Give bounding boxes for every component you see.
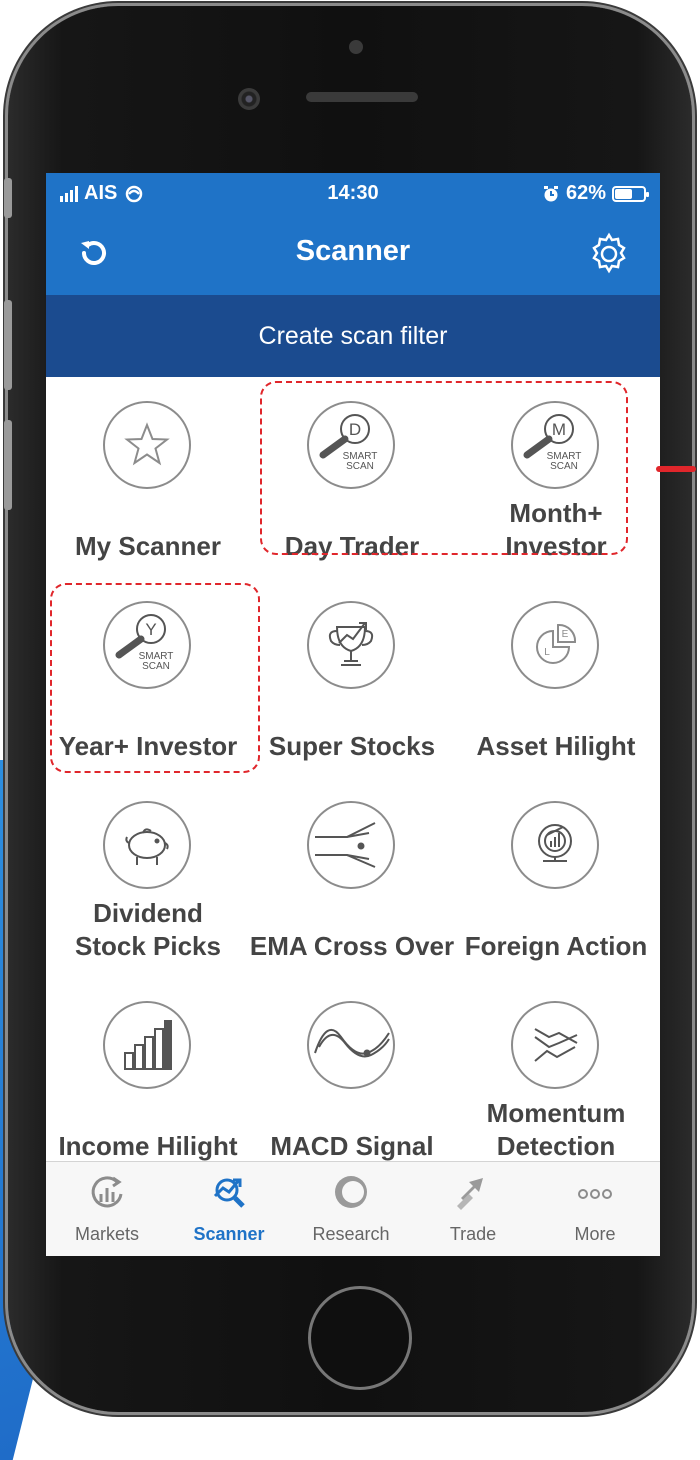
scanner-item-label: Income Hilight [58,1131,238,1161]
svg-text:L: L [544,647,550,658]
create-scan-filter-button[interactable]: Create scan filter [46,295,660,377]
momentum-icon [511,1001,599,1089]
highlight-smart-scan-group [260,381,628,555]
annotation-pointer [656,466,696,472]
header-bar: Scanner [46,213,660,295]
tab-scanner[interactable]: Scanner [168,1162,290,1256]
globe-chart-icon [511,801,599,889]
research-icon [335,1176,367,1208]
scanner-item-label: MACD Signal [270,1131,434,1161]
tab-markets[interactable]: Markets [46,1162,168,1256]
scanner-icon [213,1178,245,1208]
earpiece-speaker [306,92,418,102]
scanner-item-label: My Scanner [75,531,221,561]
scanner-item-super-stocks[interactable]: Super Stocks [250,577,454,777]
scanner-item-label: EMA Cross Over [249,931,455,961]
scanner-item-label: Super Stocks [268,731,436,761]
app-screen: AIS 14:30 62% Scanner Create scan filter… [46,173,660,1256]
scanner-item-label: Momentum Detection [486,1098,626,1161]
star-icon [103,401,191,489]
scanner-item-dividend-stock-picks[interactable]: Dividend Stock Picks [46,777,250,977]
scanner-grid: My Scanner D SMART SCAN Day Trader M SMA… [46,377,660,1161]
scanner-item-asset-hilight[interactable]: E L Asset Hilight [454,577,658,777]
scanner-item-label: Foreign Action [464,931,648,961]
trade-icon [457,1178,483,1210]
volume-down-button[interactable] [4,420,12,510]
tab-label: Scanner [193,1224,265,1244]
scanner-item-income-hilight[interactable]: Income Hilight [46,977,250,1161]
tab-more[interactable]: More [534,1162,656,1256]
tab-label: More [574,1224,616,1244]
home-button[interactable] [308,1286,412,1390]
scanner-item-ema-cross-over[interactable]: EMA Cross Over [250,777,454,977]
piggy-bank-icon [103,801,191,889]
tab-label: Research [312,1224,390,1244]
front-camera [238,88,260,110]
scanner-item-macd-signal[interactable]: MACD Signal [250,977,454,1161]
status-bar: AIS 14:30 62% [46,173,660,213]
tab-research[interactable]: Research [290,1162,412,1256]
more-icon [578,1189,612,1199]
scanner-item-label: Dividend Stock Picks [75,898,221,961]
battery-icon [612,185,649,202]
tab-label: Markets [74,1224,139,1244]
sensor-dot [349,40,363,54]
cross-over-icon [307,801,395,889]
alarm-icon [543,185,558,201]
tab-trade[interactable]: Trade [412,1162,534,1256]
trophy-icon [307,601,395,689]
pie-chart-icon: E L [511,601,599,689]
volume-up-button[interactable] [4,300,12,390]
mute-switch[interactable] [4,178,12,218]
highlight-year-investor [50,583,260,773]
battery-percent: 62% [565,182,606,204]
scanner-item-foreign-action[interactable]: Foreign Action [454,777,658,977]
wave-icon [307,1001,395,1089]
scanner-item-momentum-detection[interactable]: Momentum Detection [454,977,658,1161]
svg-text:E: E [562,629,569,640]
bottom-tab-bar: Markets Scanner Research Trade More [46,1161,660,1256]
gear-icon[interactable] [586,231,632,277]
scanner-item-my-scanner[interactable]: My Scanner [46,377,250,577]
tab-label: Trade [449,1224,497,1244]
markets-icon [91,1176,123,1208]
bar-chart-icon [103,1001,191,1089]
scanner-item-label: Asset Hilight [476,731,636,761]
page-title: Scanner [295,235,411,267]
